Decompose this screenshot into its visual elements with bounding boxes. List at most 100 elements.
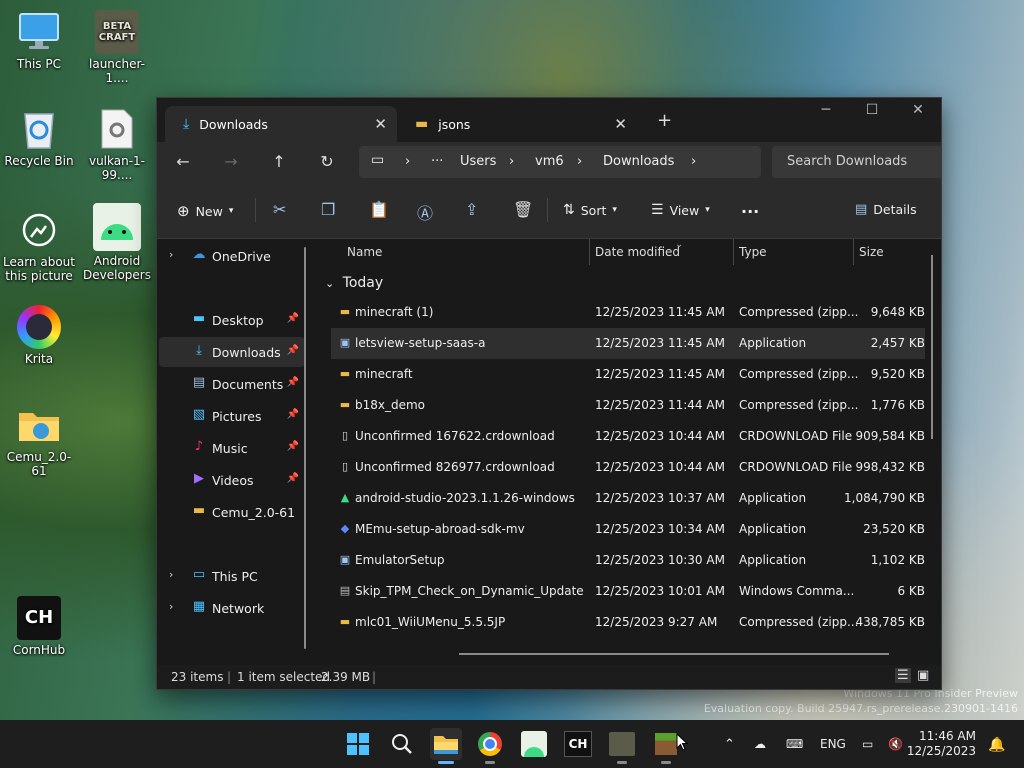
cut-icon[interactable]: ✂	[273, 200, 286, 219]
tab-jsons[interactable]: ▬ jsons ✕	[397, 106, 637, 142]
desktop-icon-krita[interactable]: Krita	[1, 305, 77, 366]
details-view-icon[interactable]: ☰	[895, 668, 911, 683]
taskbar-android-studio[interactable]	[518, 728, 550, 760]
maximize-button[interactable]: ☐	[849, 102, 895, 118]
desktop-icon-vulkan[interactable]: vulkan-1-99....	[79, 107, 155, 182]
new-label: New	[195, 203, 223, 219]
start-button[interactable]	[342, 728, 374, 760]
desktop-icon-recycle-bin[interactable]: Recycle Bin	[1, 107, 77, 168]
more-path-icon[interactable]: ···	[431, 154, 443, 169]
clock[interactable]: 11:46 AM 12/25/2023	[907, 729, 976, 759]
horizontal-scrollbar[interactable]	[459, 653, 889, 655]
more-options-icon[interactable]: ···	[741, 202, 759, 221]
pin-icon[interactable]: 📌	[287, 409, 299, 420]
view-button[interactable]: ☰ View ▾	[651, 202, 710, 218]
column-type[interactable]: Type	[739, 245, 767, 259]
nav-scrollbar[interactable]	[304, 247, 306, 649]
desktop-icon-cornhub[interactable]: CH CornHub	[1, 596, 77, 657]
minimize-button[interactable]: ─	[803, 102, 849, 118]
breadcrumb-vm6[interactable]: vm6	[535, 154, 564, 169]
share-icon[interactable]: ⇪	[465, 200, 478, 219]
file-row[interactable]: ▣ EmulatorSetup 12/25/2023 10:30 AM Applica…	[331, 545, 925, 576]
pin-icon[interactable]: 📌	[287, 377, 299, 388]
nav-item-desktop[interactable]: ▬ Desktop 📌	[159, 305, 305, 335]
pin-icon[interactable]: 📌	[287, 345, 299, 356]
file-row[interactable]: ▯ Unconfirmed 826977.crdownload 12/25/2023…	[331, 452, 925, 483]
nav-item-downloads[interactable]: ⤓ Downloads 📌	[159, 337, 305, 367]
search-button[interactable]	[386, 728, 418, 760]
column-divider[interactable]	[853, 239, 854, 265]
desktop-icon-launcher[interactable]: BETA CRAFT launcher-1....	[79, 10, 155, 85]
chevron-down-icon: ▾	[228, 206, 234, 216]
close-tab-icon[interactable]: ✕	[374, 115, 387, 133]
tiles-view-icon[interactable]: ▣	[917, 668, 929, 683]
nav-item-pictures[interactable]: ▧ Pictures 📌	[159, 401, 305, 431]
breadcrumb-users[interactable]: Users	[460, 154, 496, 169]
nav-item-network[interactable]: › ▦ Network	[159, 593, 305, 623]
address-bar[interactable]: ▭ › ··· Users › vm6 › Downloads ›	[359, 146, 761, 178]
sort-button[interactable]: ⇅ Sort ▾	[563, 202, 617, 218]
breadcrumb-downloads[interactable]: Downloads	[603, 154, 674, 169]
pin-icon[interactable]: 📌	[287, 441, 299, 452]
refresh-button[interactable]: ↻	[315, 152, 339, 171]
copy-icon[interactable]: ❐	[321, 200, 335, 219]
back-button[interactable]: ←	[171, 152, 195, 171]
rename-icon[interactable]: Ⓐ	[417, 200, 433, 224]
taskbar-cornhub[interactable]: CH	[562, 728, 594, 760]
chevron-right-icon: ›	[509, 154, 515, 169]
file-row[interactable]: ▬ mlc01_WiiUMenu_5.5.5JP 12/25/2023 9:27 A…	[331, 607, 925, 638]
desktop-icon-label: vulkan-1-99....	[88, 154, 146, 182]
file-row[interactable]: ▲ android-studio-2023.1.1.26-windows 12/25…	[331, 483, 925, 514]
delete-icon[interactable]: 🗑	[513, 200, 533, 219]
taskbar: CH ⌃ ☁ ⌨ ENG ▭ 🔇 11:46 AM 12/25/2023 🔔	[0, 720, 1024, 768]
nav-item-onedrive[interactable]: › ☁ OneDrive	[159, 241, 305, 271]
pin-icon[interactable]: 📌	[287, 473, 299, 484]
file-size: 998,432 KB	[855, 460, 925, 474]
close-window-button[interactable]: ✕	[895, 102, 941, 118]
language-indicator[interactable]: ENG	[820, 737, 846, 751]
file-row[interactable]: ▣ letsview-setup-saas-a 12/25/2023 11:45 A…	[331, 328, 925, 359]
desktop-icon-android-developers[interactable]: Android Developers	[79, 203, 155, 282]
column-divider[interactable]	[733, 239, 734, 265]
desktop-icon-learn-about-picture[interactable]: Learn about this picture	[1, 208, 77, 283]
desktop-icon-this-pc[interactable]: This PC	[1, 10, 77, 71]
column-divider[interactable]	[589, 239, 590, 265]
desktop-icon-cemu[interactable]: Cemu_2.0-61	[1, 403, 77, 478]
new-tab-button[interactable]: +	[657, 110, 672, 131]
search-input[interactable]: Search Downloads	[772, 146, 941, 178]
volume-muted-icon[interactable]: 🔇	[888, 737, 903, 751]
column-size[interactable]: Size	[859, 245, 884, 259]
up-button[interactable]: ↑	[267, 152, 291, 171]
tab-downloads[interactable]: ⤓ Downloads ✕	[165, 106, 397, 142]
file-row[interactable]: ▯ Unconfirmed 167622.crdownload 12/25/2023…	[331, 421, 925, 452]
paste-icon[interactable]: 📋	[369, 200, 389, 219]
nav-item-music[interactable]: ♪ Music 📌	[159, 433, 305, 463]
keyboard-icon[interactable]: ⌨	[786, 737, 803, 751]
vertical-scrollbar[interactable]	[931, 255, 933, 439]
file-row[interactable]: ▬ b18x_demo 12/25/2023 11:44 AM Compressed …	[331, 390, 925, 421]
sort-icon: ⇅	[563, 202, 575, 218]
nav-item-this-pc[interactable]: › ▭ This PC	[159, 561, 305, 591]
nav-item-cemu[interactable]: ▬ Cemu_2.0-61	[159, 497, 305, 527]
file-row[interactable]: ▬ minecraft (1) 12/25/2023 11:45 AM Compres…	[331, 297, 925, 328]
file-row[interactable]: ▬ minecraft 12/25/2023 11:45 AM Compressed …	[331, 359, 925, 390]
close-tab-icon[interactable]: ✕	[614, 115, 627, 133]
column-date[interactable]: Date modified	[595, 245, 680, 259]
column-name[interactable]: Name	[347, 245, 382, 259]
nav-item-videos[interactable]: ▶ Videos 📌	[159, 465, 305, 495]
forward-button[interactable]: →	[219, 152, 243, 171]
network-icon[interactable]: ▭	[862, 737, 873, 751]
group-header-today[interactable]: ⌄ Today	[325, 275, 383, 291]
cloud-offline-icon[interactable]: ☁	[754, 737, 766, 751]
notification-bell-icon[interactable]: 🔔	[988, 737, 1005, 753]
details-button[interactable]: ▤ Details	[855, 202, 917, 217]
file-row[interactable]: ▤ Skip_TPM_Check_on_Dynamic_Update 12/25/2…	[331, 576, 925, 607]
new-button[interactable]: ⊕ New ▾	[177, 202, 233, 220]
chevron-up-icon[interactable]: ⌃	[724, 737, 735, 752]
pin-icon[interactable]: 📌	[287, 313, 299, 324]
taskbar-file-explorer[interactable]	[430, 728, 462, 764]
file-row[interactable]: ◆ MEmu-setup-abroad-sdk-mv 12/25/2023 10:3…	[331, 514, 925, 545]
taskbar-chrome[interactable]	[474, 728, 506, 764]
taskbar-beta-craft[interactable]	[606, 728, 638, 764]
nav-item-documents[interactable]: ▤ Documents 📌	[159, 369, 305, 399]
